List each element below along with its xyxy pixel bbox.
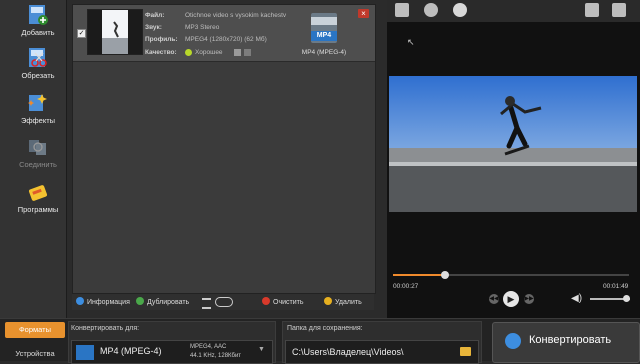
- profile-value: MPEG4 (1280x720) (62 Мб): [185, 36, 267, 43]
- info-icon: [76, 297, 84, 305]
- save-folder-panel: Папка для сохранения: C:\Users\Владелец\…: [282, 321, 482, 364]
- camera-icon[interactable]: [585, 3, 599, 17]
- delete-label: Удалить: [335, 299, 362, 306]
- quality-key: Качество:: [145, 49, 177, 56]
- join-button[interactable]: Соединить: [12, 134, 64, 172]
- settings-icon[interactable]: [234, 49, 241, 56]
- programs-label: Программы: [17, 205, 59, 214]
- join-icon: [29, 140, 46, 155]
- duplicate-button[interactable]: Дублировать: [136, 297, 189, 306]
- programs-icon: [28, 185, 48, 201]
- join-label: Соединить: [19, 160, 57, 169]
- crop-icon[interactable]: [244, 49, 251, 56]
- format-value: MP4 (MPEG-4): [100, 346, 162, 356]
- folder-icon[interactable]: [612, 3, 626, 17]
- total-time: 00:01:49: [603, 283, 629, 290]
- format-detail-1: MPEG4, AAC: [190, 344, 227, 350]
- file-list: ✓ Файл: Otichnoe video s vysokim kachest…: [72, 4, 376, 294]
- current-time: 00:00:27: [393, 283, 419, 290]
- browse-folder-icon[interactable]: [460, 347, 471, 356]
- clear-label: Очистить: [273, 299, 304, 306]
- delete-button[interactable]: Удалить: [324, 297, 362, 306]
- convert-label: Конвертировать: [529, 334, 612, 346]
- convert-button[interactable]: Конвертировать: [492, 322, 640, 363]
- sound-value: MP3 Stereo: [185, 24, 220, 31]
- volume-handle[interactable]: [623, 295, 630, 302]
- cursor-icon: ↖: [407, 37, 415, 47]
- file-key: Файл:: [145, 12, 165, 19]
- seek-bar[interactable]: [393, 271, 629, 279]
- save-folder-field[interactable]: C:\Users\Владелец\Videos\: [285, 340, 479, 364]
- file-name: Otichnoe video s vysokim kachestv: [185, 12, 287, 19]
- save-folder-value: C:\Users\Владелец\Videos\: [292, 347, 404, 357]
- format-badge[interactable]: MP4: [311, 13, 337, 43]
- add-button[interactable]: Добавить: [12, 2, 64, 40]
- trim-button[interactable]: Обрезать: [12, 45, 64, 83]
- add-label: Добавить: [21, 28, 55, 37]
- video-frame: [389, 76, 637, 212]
- profile-key: Профиль:: [145, 36, 178, 43]
- tab-devices[interactable]: Устройства: [5, 349, 65, 361]
- volume-icon[interactable]: ◀): [571, 293, 582, 304]
- seek-fill: [393, 274, 445, 276]
- convert-icon: [505, 333, 521, 349]
- programs-button[interactable]: Программы: [12, 179, 64, 217]
- format-badge-label: MP4: [311, 31, 337, 41]
- clear-button[interactable]: Очистить: [262, 297, 303, 306]
- fast-forward-icon[interactable]: ▶▶: [524, 294, 534, 304]
- video-thumbnail: [87, 9, 143, 55]
- effects-icon: [28, 94, 47, 111]
- quality-value[interactable]: Хорошее: [195, 49, 223, 56]
- list-view-icon[interactable]: [202, 298, 211, 309]
- quality-icon: [185, 49, 192, 56]
- info-button[interactable]: Информация: [76, 297, 130, 306]
- file-list-item[interactable]: ✓ Файл: Otichnoe video s vysokim kachest…: [73, 5, 375, 62]
- volume-slider[interactable]: [590, 295, 630, 302]
- save-folder-label: Папка для сохранения:: [287, 325, 363, 332]
- convert-to-label: Конвертировать для:: [71, 325, 140, 332]
- duplicate-label: Дублировать: [147, 299, 190, 306]
- duplicate-icon: [136, 297, 144, 305]
- player-toolbar: [387, 0, 640, 22]
- rewind-icon[interactable]: ◀◀: [489, 294, 499, 304]
- info-label: Информация: [87, 299, 130, 306]
- chevron-down-icon[interactable]: ▼: [258, 346, 265, 353]
- view-toggle[interactable]: [215, 297, 233, 307]
- effects-button[interactable]: Эффекты: [12, 90, 64, 128]
- delete-icon: [324, 297, 332, 305]
- convert-to-panel: Конвертировать для: MP4 (MPEG-4) MPEG4, …: [68, 321, 276, 364]
- format-select[interactable]: MP4 (MPEG-4) MPEG4, AAC 44.1 KHz, 128Кби…: [71, 340, 273, 364]
- bottom-bar: Форматы Устройства Конвертировать для: M…: [0, 318, 640, 364]
- file-checkbox[interactable]: ✓: [77, 29, 86, 38]
- effects-label: Эффекты: [20, 116, 56, 125]
- sound-key: Звук:: [145, 24, 162, 31]
- trim-label: Обрезать: [21, 71, 55, 80]
- play-icon[interactable]: ▶: [503, 291, 519, 307]
- add-video-icon: [29, 5, 48, 25]
- brightness-icon[interactable]: [453, 3, 467, 17]
- close-icon[interactable]: ×: [358, 9, 369, 18]
- format-detail-2: 44.1 KHz, 128Кбит: [190, 353, 242, 359]
- left-toolbar: Добавить Обрезать Эффекты Соединить Прог…: [0, 0, 67, 318]
- format-name: MP4 (MPEG-4): [301, 49, 347, 56]
- trim-icon: [29, 48, 47, 67]
- tab-formats[interactable]: Форматы: [5, 322, 65, 338]
- list-toolbar: Информация Дублировать Очистить Удалить: [72, 294, 374, 310]
- clear-icon: [262, 297, 270, 305]
- fullscreen-icon[interactable]: [395, 3, 409, 17]
- seek-handle[interactable]: [440, 271, 449, 279]
- mp4-icon: [76, 345, 94, 360]
- snapshot-icon[interactable]: [424, 3, 438, 17]
